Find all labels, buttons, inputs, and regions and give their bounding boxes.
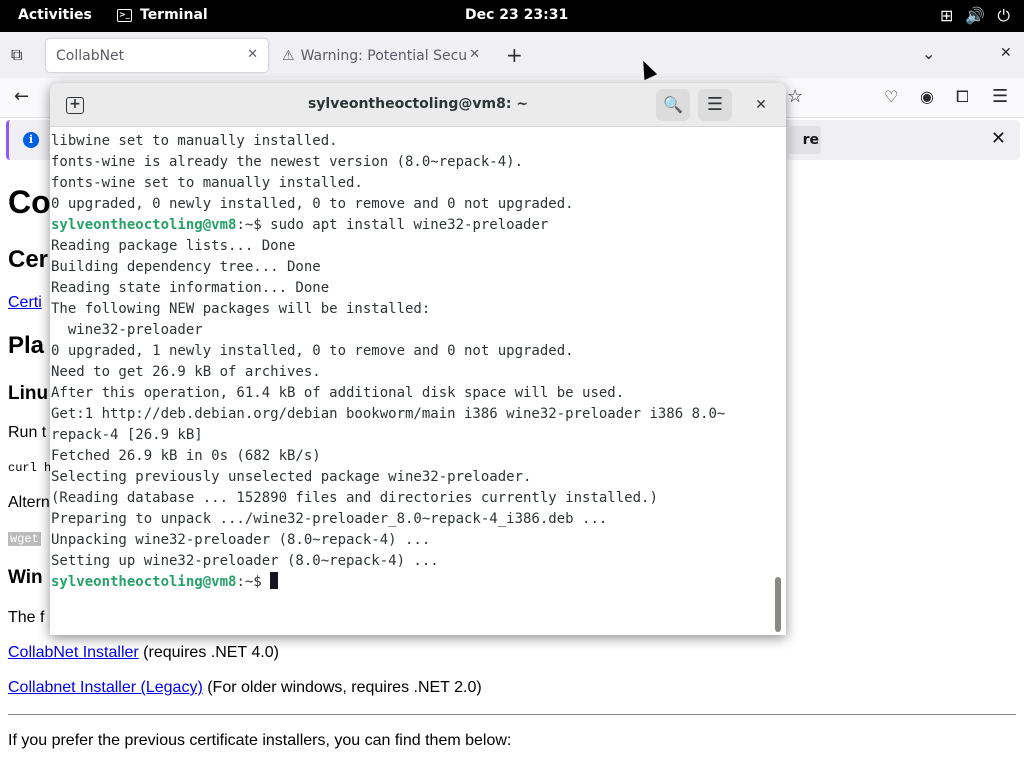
tab-title: Warning: Potential Secu (300, 47, 468, 64)
terminal-line: 0 upgraded, 1 newly installed, 0 to remo… (51, 343, 574, 359)
terminal-line: Reading package lists... Done (51, 238, 296, 254)
terminal-output[interactable]: libwine set to manually installed. fonts… (50, 128, 772, 635)
network-icon: ⊞ (940, 6, 954, 25)
account-icon[interactable]: ◉ (920, 87, 934, 106)
terminal-line: Fetched 26.9 kB in 0s (682 kB/s) (51, 448, 321, 464)
cert-link[interactable]: Certi (8, 294, 42, 312)
cert-heading: Cer (8, 246, 49, 273)
legacy-installer-link[interactable]: Collabnet Installer (Legacy) (8, 679, 203, 696)
terminal-line: repack-4 [26.9 kB] (51, 427, 203, 443)
terminal-line: wine32-preloader (51, 322, 203, 338)
scrollbar[interactable] (775, 577, 781, 632)
close-icon: ✕ (755, 97, 767, 113)
terminal-line: After this operation, 61.4 kB of additio… (51, 385, 625, 401)
app-name: Terminal (140, 7, 208, 23)
collabnet-installer-note: (requires .NET 4.0) (138, 644, 279, 661)
collabnet-installer-link[interactable]: CollabNet Installer (8, 644, 139, 661)
collabnet-installer-row: CollabNet Installer (requires .NET 4.0) (8, 644, 279, 662)
new-tab-icon[interactable]: + (506, 43, 523, 67)
terminal-line: Preparing to unpack .../wine32-preloader… (51, 511, 608, 527)
close-button[interactable]: ✕ (750, 94, 772, 116)
chevron-down-icon[interactable]: ⌄ (922, 44, 935, 63)
terminal-line: Reading state information... Done (51, 280, 330, 296)
system-tray[interactable]: ⊞ 🔊 ⏻ (940, 6, 1010, 26)
prompt-user: sylveontheoctoling@vm8 (51, 217, 237, 233)
prompt-user: sylveontheoctoling@vm8 (51, 574, 237, 590)
tab-title: CollabNet (56, 47, 125, 64)
terminal-line: fonts-wine set to manually installed. (51, 175, 363, 191)
power-icon: ⏻ (997, 6, 1010, 25)
browser-tab-bar: ⧉ CollabNet ✕ ⚠ Warning: Potential Secu … (0, 32, 1024, 78)
terminal-line: Selecting previously unselected package … (51, 469, 532, 485)
linux-heading: Linu (8, 383, 49, 404)
tab-collabnet[interactable]: CollabNet ✕ (46, 39, 268, 72)
close-icon[interactable]: ✕ (247, 47, 258, 62)
run-text: Run t (8, 424, 47, 441)
wget-command: wget (8, 532, 41, 546)
command-text: sudo apt install wine32-preloader (270, 217, 549, 233)
menu-button[interactable]: ☰ (698, 89, 732, 121)
terminal-line: The following NEW packages will be insta… (51, 301, 431, 317)
menu-icon[interactable]: ☰ (992, 86, 1008, 107)
window-close-icon[interactable]: ✕ (1000, 45, 1012, 61)
terminal-line: libwine set to manually installed. (51, 133, 338, 149)
terminal-line: 0 upgraded, 0 newly installed, 0 to remo… (51, 196, 574, 212)
platform-heading: Pla (8, 332, 45, 359)
app-menu[interactable]: >_ Terminal (117, 7, 208, 23)
back-icon[interactable]: ← (14, 86, 29, 107)
extensions-icon[interactable]: ⧠ (956, 87, 969, 107)
top-bar: Activities >_ Terminal Dec 23 23:31 ⊞ 🔊 … (0, 0, 1024, 32)
close-icon[interactable]: ✕ (991, 128, 1006, 149)
prompt-line: sylveontheoctoling@vm8:~$ (50, 572, 772, 593)
legacy-installer-row: Collabnet Installer (Legacy) (For older … (8, 679, 482, 697)
volume-icon: 🔊 (965, 6, 986, 25)
tab-overview-icon[interactable]: ⧉ (11, 45, 22, 65)
terminal-line: Building dependency tree... Done (51, 259, 321, 275)
notification-button[interactable]: re (789, 126, 821, 154)
clock[interactable]: Dec 23 23:31 (465, 7, 568, 23)
terminal-header[interactable]: + sylveontheoctoling@vm8: ~ 🔍 ☰ ✕ (50, 83, 786, 127)
search-button[interactable]: 🔍 (656, 89, 690, 121)
hamburger-icon: ☰ (706, 94, 724, 115)
curl-command: curl h (8, 461, 52, 475)
warning-icon: ⚠ (282, 47, 295, 64)
prompt-path: :~$ (236, 217, 271, 233)
divider (8, 714, 1016, 715)
previous-installers-text: If you prefer the previous certificate i… (8, 732, 512, 749)
prompt-path: :~$ (236, 574, 271, 590)
page-title: Co (8, 184, 51, 220)
terminal-line: fonts-wine is already the newest version… (51, 154, 524, 170)
terminal-window[interactable]: + sylveontheoctoling@vm8: ~ 🔍 ☰ ✕ libwin… (50, 83, 786, 635)
terminal-line: Unpacking wine32-preloader (8.0~repack-4… (51, 532, 431, 548)
close-icon[interactable]: ✕ (469, 47, 480, 62)
windows-heading: Win (8, 567, 43, 588)
pocket-icon[interactable]: ♡ (884, 87, 898, 106)
terminal-line: Setting up wine32-preloader (8.0~repack-… (51, 553, 439, 569)
text-cursor (270, 572, 279, 589)
alt-text: Altern (8, 494, 50, 511)
the-following-text: The f (8, 609, 45, 626)
terminal-line: Get:1 http://deb.debian.org/debian bookw… (51, 406, 726, 422)
command-line: sylveontheoctoling@vm8:~$ sudo apt insta… (50, 215, 772, 236)
activities-button[interactable]: Activities (18, 7, 92, 23)
search-icon: 🔍 (663, 95, 683, 114)
info-icon: i (23, 132, 39, 148)
terminal-line: Need to get 26.9 kB of archives. (51, 364, 321, 380)
terminal-line: (Reading database ... 152890 files and d… (51, 490, 658, 506)
bookmark-star-icon[interactable]: ☆ (787, 86, 803, 107)
legacy-installer-note: (For older windows, requires .NET 2.0) (202, 679, 482, 696)
terminal-icon: >_ (117, 8, 132, 22)
tab-warning[interactable]: ⚠ Warning: Potential Secu ✕ (272, 39, 490, 72)
